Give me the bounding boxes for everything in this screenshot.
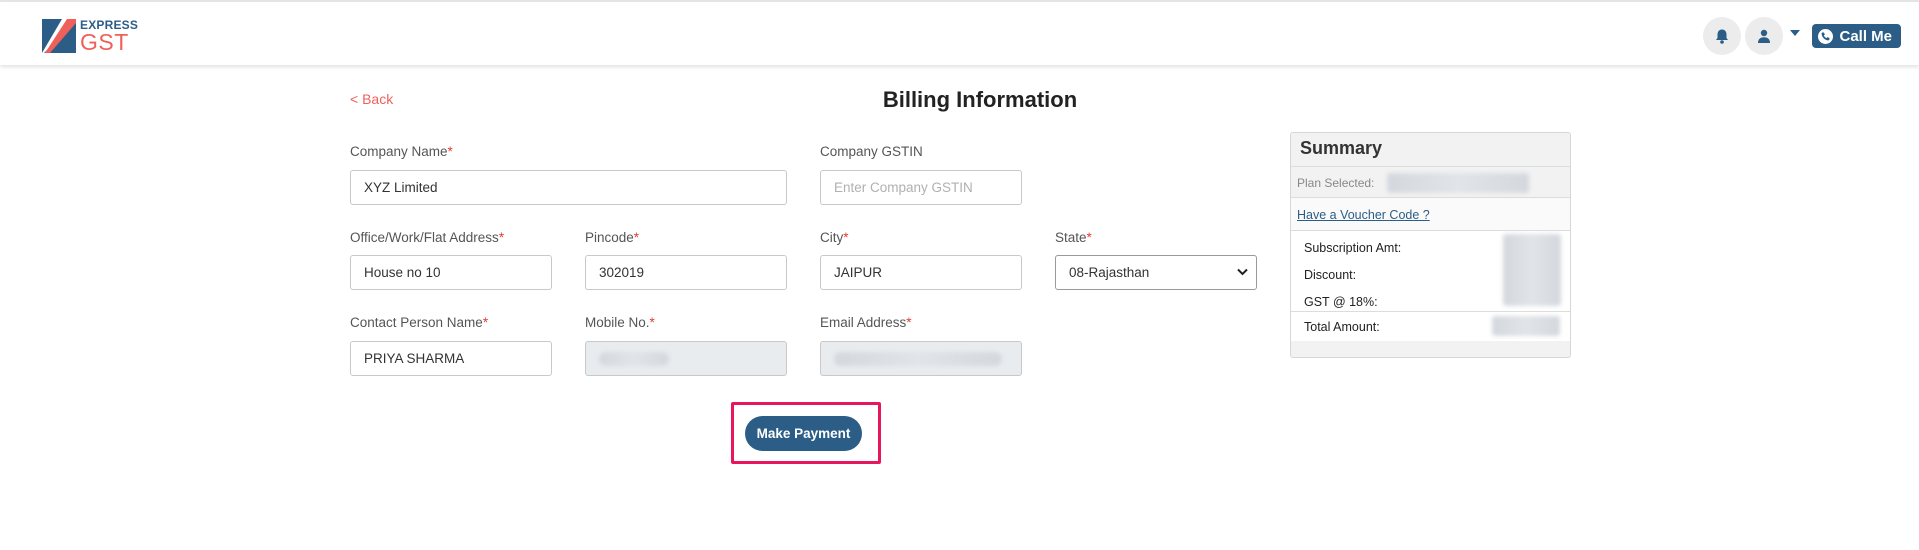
chevron-down-icon: [1237, 268, 1248, 276]
address-input[interactable]: House no 10: [350, 255, 552, 290]
chevron-down-icon[interactable]: [1790, 30, 1801, 36]
state-select[interactable]: 08-Rajasthan: [1055, 255, 1257, 290]
phone-icon: [1818, 28, 1834, 44]
page-title: Billing Information: [882, 87, 1078, 112]
gst-label: GST @ 18%:: [1304, 295, 1378, 309]
redacted-value: [599, 351, 669, 366]
discount-label: Discount:: [1304, 268, 1357, 282]
plan-selected-label: Plan Selected:: [1297, 176, 1375, 190]
make-payment-button[interactable]: Make Payment: [745, 416, 862, 451]
state-label: State*: [1055, 230, 1092, 245]
company-gstin-label: Company GSTIN: [820, 144, 923, 159]
express-gst-logo[interactable]: EXPRESS GST: [42, 17, 142, 57]
mobile-input[interactable]: [585, 341, 787, 376]
pincode-input[interactable]: 302019: [585, 255, 787, 290]
user-menu-button[interactable]: [1745, 17, 1784, 55]
header-actions: Call Me: [1699, 17, 1901, 55]
address-label: Office/Work/Flat Address*: [350, 230, 505, 245]
contact-person-label: Contact Person Name*: [350, 315, 489, 330]
summary-panel: Summary Plan Selected: Have a Voucher Co…: [1290, 132, 1571, 358]
contact-person-input[interactable]: PRIYA SHARMA: [350, 341, 552, 376]
city-label: City*: [820, 230, 849, 245]
voucher-code-link[interactable]: Have a Voucher Code ?: [1297, 208, 1430, 222]
bell-icon: [1716, 29, 1729, 44]
redacted-value: [1387, 173, 1529, 193]
call-me-label: Call Me: [1839, 27, 1892, 45]
city-input[interactable]: JAIPUR: [820, 255, 1022, 290]
redacted-value: [1503, 234, 1561, 306]
voucher-row: Have a Voucher Code ?: [1291, 197, 1570, 230]
company-gstin-input[interactable]: Enter Company GSTIN: [820, 170, 1022, 205]
logo-mark-icon: [42, 19, 76, 53]
redacted-value: [834, 351, 1002, 366]
company-name-input[interactable]: XYZ Limited: [350, 170, 787, 205]
mobile-label: Mobile No.*: [585, 315, 655, 330]
subscription-amt-label: Subscription Amt:: [1304, 241, 1402, 255]
app-header: EXPRESS GST Call Me: [0, 2, 1919, 65]
email-input[interactable]: [820, 341, 1022, 376]
company-name-label: Company Name*: [350, 144, 453, 159]
state-select-value: 08-Rajasthan: [1069, 265, 1150, 280]
pincode-label: Pincode*: [585, 230, 640, 245]
plan-selected-row: Plan Selected:: [1291, 166, 1570, 197]
call-me-button[interactable]: Call Me: [1812, 24, 1901, 48]
email-label: Email Address*: [820, 315, 912, 330]
total-amount-label: Total Amount:: [1304, 320, 1380, 334]
redacted-value: [1492, 316, 1560, 336]
amounts-block: Subscription Amt: Discount: GST @ 18%:: [1291, 230, 1570, 311]
summary-title: Summary: [1300, 138, 1383, 158]
notifications-button[interactable]: [1703, 17, 1742, 55]
total-row: Total Amount:: [1291, 311, 1570, 341]
logo-text-gst: GST: [80, 29, 129, 55]
user-icon: [1758, 29, 1771, 43]
